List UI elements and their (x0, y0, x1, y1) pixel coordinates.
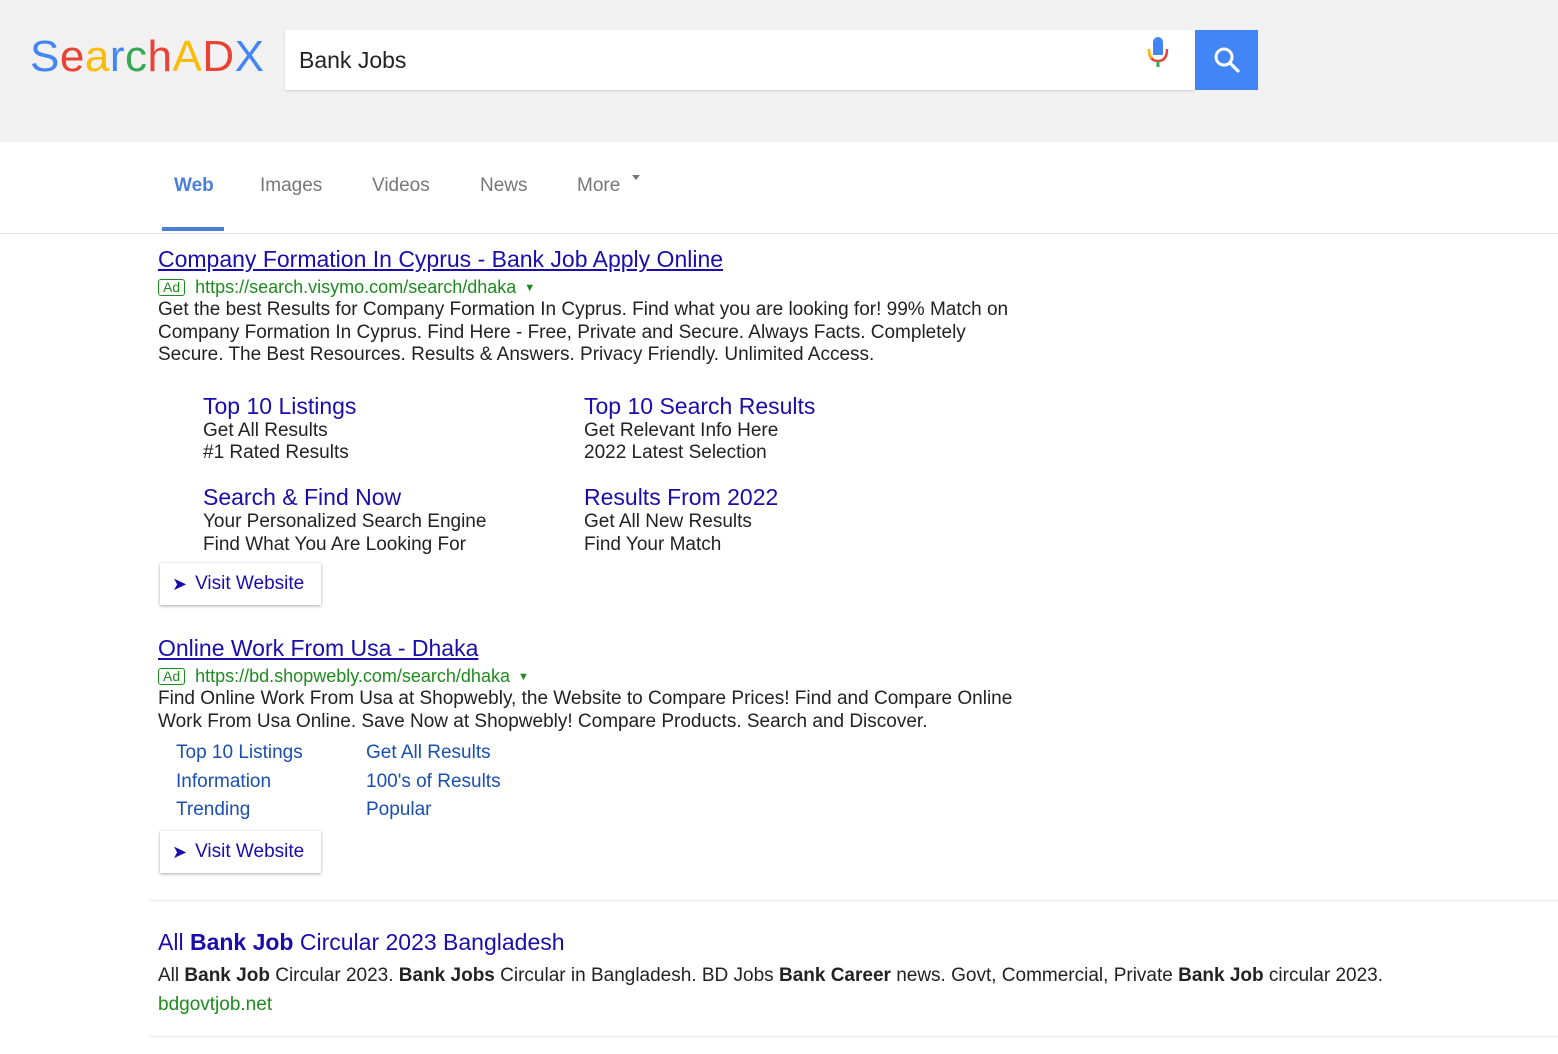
tab-more[interactable]: More (577, 175, 641, 197)
snippet-part: All (158, 965, 185, 986)
ad-sublink[interactable]: Information (176, 771, 271, 793)
snippet-part: news. Govt, Commercial, Private (890, 965, 1179, 986)
sitelink-line: Find What You Are Looking For (203, 534, 466, 555)
sitelink-line: 2022 Latest Selection (584, 442, 767, 463)
snippet-keyword: Bank Jobs (398, 965, 495, 986)
ad-description-line: Company Formation In Cyprus. Find Here -… (158, 321, 966, 343)
ad-url-row: Ad https://bd.shopwebly.com/search/dhaka… (158, 666, 529, 687)
visit-website-button[interactable]: ➤ Visit Website (160, 563, 321, 605)
arrow-right-icon: ➤ (172, 841, 188, 862)
mic-icon[interactable] (1145, 35, 1171, 75)
sitelink-title[interactable]: Top 10 Listings (203, 393, 356, 420)
snippet-keyword: Bank Job (184, 965, 270, 986)
snippet-part: circular 2023. (1263, 965, 1383, 986)
logo-letter: A (172, 32, 203, 81)
ad-sublink[interactable]: Top 10 Listings (176, 742, 303, 764)
sitelink-line: Get All Results (203, 420, 328, 441)
ad-sublink[interactable]: Get All Results (366, 742, 491, 764)
dropdown-arrow-icon[interactable]: ▼ (518, 671, 529, 683)
sitelink-line: #1 Rated Results (203, 442, 349, 463)
sitelink-line: Get All New Results (584, 511, 752, 532)
tab-news[interactable]: News (480, 175, 528, 197)
tab-web[interactable]: Web (174, 175, 214, 197)
ad-sublink[interactable]: Trending (176, 799, 250, 821)
logo[interactable]: SearchADX (30, 30, 264, 84)
snippet-keyword: Bank Career (778, 965, 891, 986)
logo-letter: S (30, 32, 60, 81)
ad-description-line: Find Online Work From Usa at Shopwebly, … (158, 688, 1013, 709)
caret-down-icon (632, 175, 641, 180)
sitelink-title[interactable]: Results From 2022 (584, 484, 778, 511)
sitelink-line: Find Your Match (584, 534, 722, 555)
snippet-part: Circular in Bangladesh. BD Jobs (494, 965, 779, 986)
ad-badge: Ad (158, 668, 186, 685)
result-url[interactable]: bdgovtjob.net (158, 994, 272, 1016)
ad-sublink[interactable]: Popular (366, 799, 432, 821)
visit-website-label: Visit Website (195, 841, 305, 862)
logo-letter: r (109, 32, 125, 81)
ad-description: Get the best Results for Company Formati… (158, 299, 1058, 367)
result-title-part: All (158, 929, 190, 955)
ad-description-line: Secure. The Best Resources. Results & An… (158, 344, 875, 366)
ad-description: Find Online Work From Usa at Shopwebly, … (158, 688, 1058, 733)
logo-letter: a (84, 32, 110, 81)
snippet-keyword: Bank Job (1178, 965, 1264, 986)
tab-images[interactable]: Images (260, 175, 322, 197)
dropdown-arrow-icon[interactable]: ▼ (524, 282, 535, 294)
logo-letter: D (202, 32, 235, 81)
result-title-part: Circular 2023 Bangladesh (293, 929, 565, 955)
result-title[interactable]: All Bank Job Circular 2023 Bangladesh (158, 929, 565, 956)
arrow-right-icon: ➤ (172, 573, 188, 594)
header: SearchADX (0, 0, 1558, 142)
ad-title[interactable]: Company Formation In Cyprus - Bank Job A… (158, 246, 723, 273)
divider (150, 900, 1558, 901)
snippet-part: Circular 2023. (269, 965, 399, 986)
logo-letter: c (124, 32, 148, 81)
ad-description-line: Work From Usa Online. Save Now at Shopwe… (158, 710, 928, 732)
ad-title[interactable]: Online Work From Usa - Dhaka (158, 635, 478, 662)
ad-sublink[interactable]: 100's of Results (366, 771, 501, 793)
result-title-keyword: Bank Job (189, 929, 294, 955)
search-button[interactable] (1195, 30, 1258, 90)
search-box (285, 30, 1195, 90)
ad-description-line: Get the best Results for Company Formati… (158, 299, 1009, 320)
search-input[interactable] (299, 30, 1139, 90)
divider (150, 1036, 1558, 1037)
sitelink-line: Get Relevant Info Here (584, 420, 779, 441)
tab-bar: Web Images Videos News More (0, 143, 1558, 234)
active-tab-indicator (162, 227, 224, 231)
ad-url[interactable]: https://search.visymo.com/search/dhaka (195, 277, 516, 298)
ad-url[interactable]: https://bd.shopwebly.com/search/dhaka (195, 666, 510, 687)
logo-letter: X (234, 32, 265, 81)
logo-letter: e (59, 32, 85, 81)
tab-videos[interactable]: Videos (372, 175, 430, 197)
sitelink-title[interactable]: Top 10 Search Results (584, 393, 815, 420)
sitelink-line: Your Personalized Search Engine (203, 511, 487, 532)
ad-url-row: Ad https://search.visymo.com/search/dhak… (158, 277, 535, 298)
visit-website-button[interactable]: ➤ Visit Website (160, 831, 321, 873)
logo-letter: h (147, 32, 173, 81)
sitelink-title[interactable]: Search & Find Now (203, 484, 401, 511)
tab-more-label: More (577, 175, 621, 196)
ad-badge: Ad (158, 279, 186, 296)
result-snippet: All Bank Job Circular 2023. Bank Jobs Ci… (158, 965, 1383, 987)
search-icon (1214, 47, 1240, 73)
visit-website-label: Visit Website (195, 573, 305, 594)
